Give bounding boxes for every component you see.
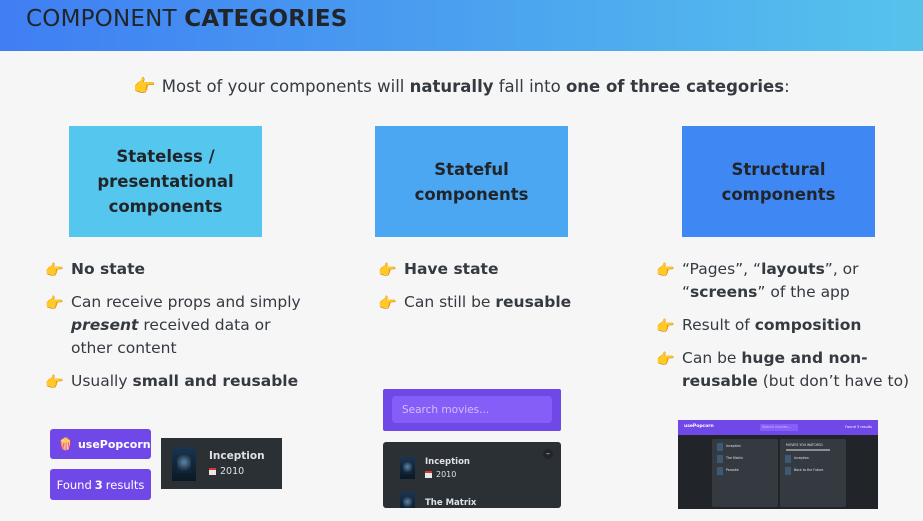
search-bar-sample bbox=[383, 389, 561, 431]
app-logo-sample: 🍿 usePopcorn bbox=[50, 429, 151, 459]
movie-poster bbox=[717, 443, 723, 451]
list-item: 👉 Result of composition bbox=[656, 314, 918, 337]
pointing-hand-icon: 👉 bbox=[45, 294, 64, 312]
mini-navbar: usePopcorn Search movies... Found 3 resu… bbox=[678, 420, 878, 435]
movie-poster bbox=[785, 467, 791, 475]
movie-poster bbox=[172, 446, 196, 481]
category-box-structural: Structural components bbox=[682, 126, 875, 237]
movie-poster bbox=[785, 455, 791, 463]
slide-title: COMPONENT CATEGORIES bbox=[26, 6, 348, 32]
num-results-sample: Found 3 results bbox=[50, 469, 151, 500]
pointing-hand-icon: 👉 bbox=[656, 261, 675, 279]
pointing-hand-icon: 👉 bbox=[656, 350, 675, 368]
calendar-icon bbox=[425, 471, 432, 478]
list-item[interactable]: Inception 2010 bbox=[400, 457, 470, 479]
pointing-hand-icon: 👉 bbox=[378, 294, 397, 312]
collapse-toggle-button[interactable]: – bbox=[543, 449, 553, 459]
stateful-points: 👉 Have state 👉 Can still be reusable bbox=[378, 258, 618, 324]
structural-points: 👉 “Pages”, “layouts”, or “screens” of the… bbox=[656, 258, 918, 403]
slide-header: COMPONENT CATEGORIES bbox=[0, 0, 923, 51]
full-app-screenshot: usePopcorn Search movies... Found 3 resu… bbox=[678, 420, 878, 509]
movie-card-sample: Inception 2010 bbox=[161, 438, 282, 489]
movie-poster bbox=[717, 467, 723, 475]
popcorn-icon: 🍿 bbox=[58, 437, 73, 451]
category-box-stateless: Stateless / presentational components bbox=[69, 126, 262, 237]
list-item: 👉 No state bbox=[45, 258, 315, 281]
pointing-hand-icon: 👉 bbox=[378, 261, 397, 279]
movie-poster bbox=[400, 492, 415, 508]
movie-poster bbox=[400, 457, 415, 479]
mini-watched-list: MOVIES YOU WATCHED Inception Back to the… bbox=[780, 439, 846, 507]
list-item: 👉 Can still be reusable bbox=[378, 291, 618, 314]
pointing-hand-icon: 👉 bbox=[45, 261, 64, 279]
list-item: 👉 “Pages”, “layouts”, or “screens” of the… bbox=[656, 260, 859, 301]
mini-movie-list: Inception The Matrix Parasite bbox=[712, 439, 778, 507]
list-item: 👉 Can receive props and simply present re… bbox=[45, 293, 301, 357]
intro-line: 👉 Most of your components will naturally … bbox=[133, 76, 790, 97]
movie-list-sample: – Inception 2010 The Matrix bbox=[383, 442, 561, 508]
category-box-stateful: Stateful components bbox=[375, 126, 568, 237]
movie-poster bbox=[717, 455, 723, 463]
pointing-hand-icon: 👉 bbox=[133, 76, 156, 97]
calendar-icon bbox=[209, 468, 216, 475]
stateless-points: 👉 No state 👉 Can receive props and simply … bbox=[45, 258, 315, 403]
list-item: 👉 Have state bbox=[378, 258, 618, 281]
search-input[interactable] bbox=[392, 396, 552, 423]
list-item[interactable]: The Matrix bbox=[400, 492, 476, 508]
pointing-hand-icon: 👉 bbox=[656, 317, 675, 335]
list-item: 👉 Can be huge and non-reusable (but don’t… bbox=[656, 349, 910, 390]
pointing-hand-icon: 👉 bbox=[45, 373, 64, 391]
movie-title: Inception bbox=[209, 450, 265, 462]
list-item: 👉 Usually small and reusable bbox=[45, 370, 315, 393]
